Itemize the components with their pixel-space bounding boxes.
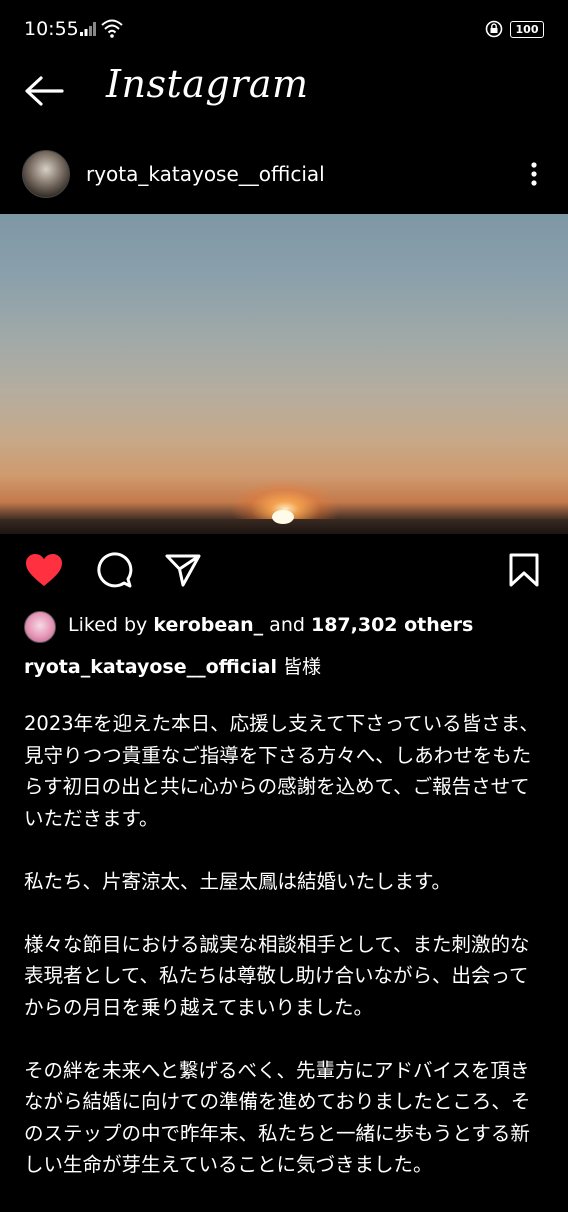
status-bar: 10:55 100 [0, 0, 568, 60]
caption-header: ryota_katayose__official 皆様 [24, 652, 321, 679]
caption-paragraph: 様々な節目における誠実な相談相手として、また刺激的な表現者として、私たちは尊敬し… [24, 932, 530, 1019]
comment-icon[interactable] [95, 552, 133, 590]
sun [272, 510, 294, 524]
likes-count[interactable]: 187,302 others [311, 614, 473, 636]
liked-by-avatar [24, 611, 56, 643]
avatar[interactable] [22, 150, 70, 198]
heart-icon[interactable] [24, 552, 64, 588]
liked-by-user[interactable]: kerobean_ [153, 614, 263, 636]
post-actions [0, 548, 568, 596]
back-arrow-icon[interactable] [22, 74, 66, 108]
caption-paragraph: 私たち、片寄涼太、土屋太鳳は結婚いたします。 [24, 869, 452, 893]
app-logo: Instagram [106, 62, 309, 106]
status-time: 10:55 [24, 18, 79, 40]
post-username[interactable]: ryota_katayose__official [86, 162, 325, 186]
post-image[interactable] [0, 214, 568, 534]
caption-body: 2023年を迎えた本日、応援し支えて下さっている皆さま、見守りつつ貴重なご指導を… [24, 708, 544, 1212]
rotation-lock-icon [485, 20, 503, 38]
caption-username[interactable]: ryota_katayose__official [24, 656, 277, 678]
post-header: ryota_katayose__official [0, 148, 568, 200]
app-header: Instagram [0, 60, 568, 122]
signal-icon [80, 22, 96, 36]
liked-by-row[interactable]: Liked by kerobean_ and 187,302 others [0, 608, 568, 644]
caption-paragraph: その絆を未来へと繋げるべく、先輩方にアドバイスを頂きながら結婚に向けての準備を進… [24, 1058, 531, 1177]
bookmark-icon[interactable] [508, 552, 540, 588]
caption-first-line: 皆様 [283, 656, 322, 678]
liked-by-text: Liked by kerobean_ and 187,302 others [68, 614, 474, 636]
more-options-icon[interactable] [522, 160, 546, 188]
wifi-icon [101, 19, 123, 38]
share-icon[interactable] [164, 552, 202, 588]
caption-paragraph: 2023年を迎えた本日、応援し支えて下さっている皆さま、見守りつつ貴重なご指導を… [24, 712, 539, 830]
battery-indicator: 100 [510, 21, 544, 38]
